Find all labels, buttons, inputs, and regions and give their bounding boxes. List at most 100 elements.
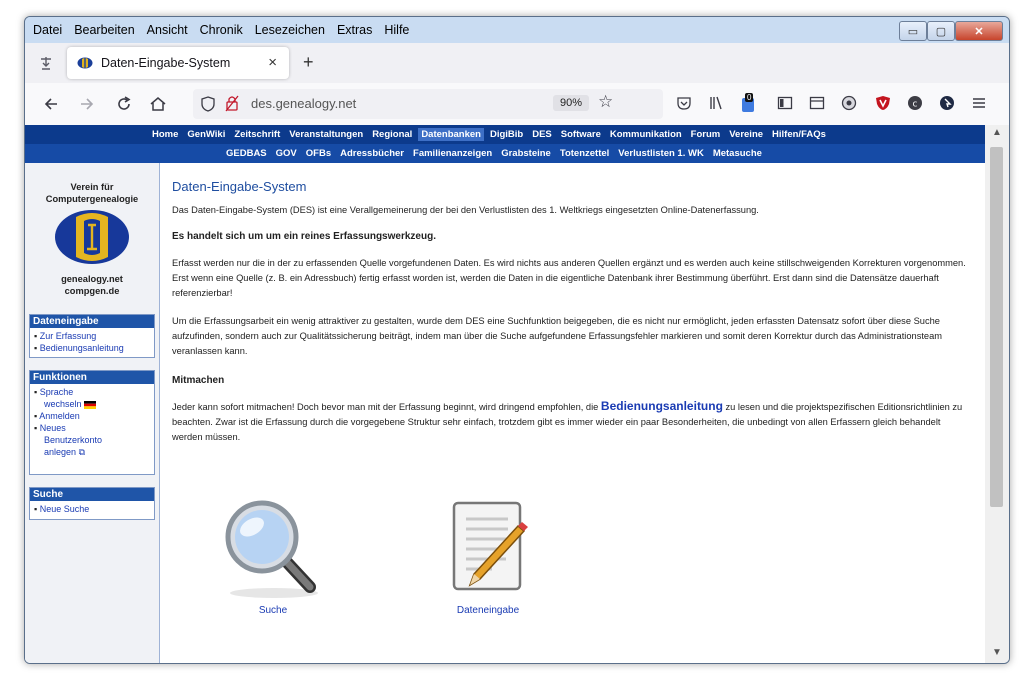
suche-box: Suche ▪ Neue Suche [29,487,155,520]
nav-veranstaltungen[interactable]: Veranstaltungen [286,128,366,141]
link-anlegen[interactable]: anlegen [44,447,76,457]
link-bedienungsanleitung[interactable]: Bedienungsanleitung [40,343,124,353]
ublock-icon[interactable] [875,95,891,111]
site-genealogy-net[interactable]: genealogy.net [25,273,159,285]
external-link-icon: ⧉ [78,447,85,457]
magnifier-icon [225,500,318,598]
scrollbar-thumb[interactable] [990,147,1003,507]
subnav-familienanzeigen[interactable]: Familienanzeigen [410,147,495,160]
nav-genwiki[interactable]: GenWiki [184,128,228,141]
firefox-view-icon[interactable] [39,56,53,70]
left-sidebar: Verein für Computergenealogie genealogy.… [25,163,159,663]
extension-c-icon[interactable]: c [907,95,923,111]
page-viewport: Home GenWiki Zeitschrift Veranstaltungen… [25,125,985,663]
minimize-button[interactable]: ▭ [899,21,927,41]
nav-kommunikation[interactable]: Kommunikation [607,128,685,141]
close-window-button[interactable]: ✕ [955,21,1003,41]
forward-icon[interactable] [79,96,95,112]
tab-close-icon[interactable]: × [268,54,277,71]
home-icon[interactable] [149,95,167,113]
extension-badge-count: 0 [745,93,754,102]
nav-home[interactable]: Home [149,128,181,141]
nav-datenbanken[interactable]: Datenbanken [418,128,484,141]
suchfunktion-paragraph: Um die Erfassungsarbeit ein wenig attrak… [172,316,943,356]
menu-bar: Datei Bearbeiten Ansicht Chronik Lesezei… [25,17,1009,43]
scroll-up-icon[interactable]: ▲ [992,127,1002,138]
extension-cursor-icon[interactable] [939,95,955,111]
nav-software[interactable]: Software [558,128,604,141]
url-text[interactable]: des.genealogy.net [251,96,356,111]
tab-daten-eingabe-system[interactable]: Daten-Eingabe-System × [67,47,289,79]
reader-view-icon[interactable] [809,95,825,111]
subnav-grabsteine[interactable]: Grabsteine [498,147,554,160]
menu-lesezeichen[interactable]: Lesezeichen [255,23,325,37]
subnav-gedbas[interactable]: GEDBAS [223,147,270,160]
menu-hilfe[interactable]: Hilfe [384,23,409,37]
reload-icon[interactable] [115,95,133,113]
intro-paragraph: Das Daten-Eingabe-System (DES) ist eine … [172,205,759,215]
menu-chronik[interactable]: Chronik [200,23,243,37]
insecure-lock-icon[interactable] [225,95,239,112]
dateneingabe-tile-label[interactable]: Dateneingabe [428,605,548,616]
link-benutzerkonto[interactable]: Benutzerkonto [44,435,102,445]
link-anmelden[interactable]: Anmelden [39,411,80,421]
erfassung-paragraph: Erfasst werden nur die in der zu erfasse… [172,258,966,298]
nav-zeitschrift[interactable]: Zeitschrift [231,128,283,141]
pocket-icon[interactable] [676,95,692,111]
funktionen-heading: Funktionen [30,371,154,384]
nav-digibib[interactable]: DigiBib [487,128,526,141]
search-tile-label[interactable]: Suche [218,605,328,616]
extension-globe-icon[interactable] [841,95,857,111]
link-sprache-wechseln[interactable]: wechseln [44,399,82,409]
subnav-verlustlisten[interactable]: Verlustlisten 1. WK [615,147,707,160]
link-zur-erfassung[interactable]: Zur Erfassung [40,331,97,341]
tab-title: Daten-Eingabe-System [101,56,231,70]
dateneingabe-box: Dateneingabe ▪ Zur Erfassung ▪ Bedienung… [29,314,155,358]
suche-heading: Suche [30,488,154,501]
main-content: Daten-Eingabe-System Das Daten-Eingabe-S… [159,163,985,663]
subnav-adressbuecher[interactable]: Adressbücher [337,147,407,160]
link-sprache[interactable]: Sprache [40,387,74,397]
tracking-shield-icon[interactable] [201,96,215,112]
sidebar-icon[interactable] [777,95,793,111]
maximize-button[interactable]: ▢ [927,21,955,41]
funktionen-box: Funktionen ▪ Sprache wechseln ▪ Anmelden… [29,370,155,475]
nav-des[interactable]: DES [529,128,555,141]
subnav-gov[interactable]: GOV [273,147,300,160]
zoom-indicator[interactable]: 90% [553,95,590,111]
back-icon[interactable] [43,96,59,112]
search-tile[interactable]: Suche [218,497,328,616]
tool-statement: Es handelt sich um um ein reines Erfassu… [172,231,436,242]
vertical-scrollbar[interactable]: ▲ ▼ [985,125,1009,663]
new-tab-button[interactable]: + [303,52,314,73]
document-pencil-icon [452,501,528,591]
menu-ansicht[interactable]: Ansicht [147,23,188,37]
link-neues[interactable]: Neues [40,423,66,433]
library-icon[interactable] [709,95,725,111]
bedienungsanleitung-link[interactable]: Bedienungsanleitung [601,399,723,413]
hamburger-menu-icon[interactable] [971,95,987,111]
dateneingabe-heading: Dateneingabe [30,315,154,328]
subnav-ofbs[interactable]: OFBs [303,147,334,160]
url-bar[interactable]: des.genealogy.net 90% ☆ [193,89,663,119]
genealogy-logo[interactable] [54,209,130,265]
page-title: Daten-Eingabe-System [172,179,307,194]
nav-regional[interactable]: Regional [369,128,415,141]
dateneingabe-tile[interactable]: Dateneingabe [428,497,548,616]
subnav-totenzettel[interactable]: Totenzettel [557,147,612,160]
nav-hilfen-faqs[interactable]: Hilfen/FAQs [769,128,829,141]
mitmachen-heading: Mitmachen [172,375,225,386]
extension-badge-icon[interactable]: 0 [741,93,761,115]
menu-bearbeiten[interactable]: Bearbeiten [74,23,134,37]
nav-vereine[interactable]: Vereine [726,128,766,141]
scroll-down-icon[interactable]: ▼ [992,647,1002,658]
mitmachen-paragraph: Jeder kann sofort mitmachen! Doch bevor … [172,399,972,445]
subnav-metasuche[interactable]: Metasuche [710,147,765,160]
menu-datei[interactable]: Datei [33,23,62,37]
site-compgen-de[interactable]: compgen.de [25,285,159,297]
browser-window: Datei Bearbeiten Ansicht Chronik Lesezei… [24,16,1010,664]
nav-forum[interactable]: Forum [688,128,724,141]
bookmark-star-icon[interactable]: ☆ [598,92,613,112]
menu-extras[interactable]: Extras [337,23,372,37]
link-neue-suche[interactable]: Neue Suche [40,504,90,514]
